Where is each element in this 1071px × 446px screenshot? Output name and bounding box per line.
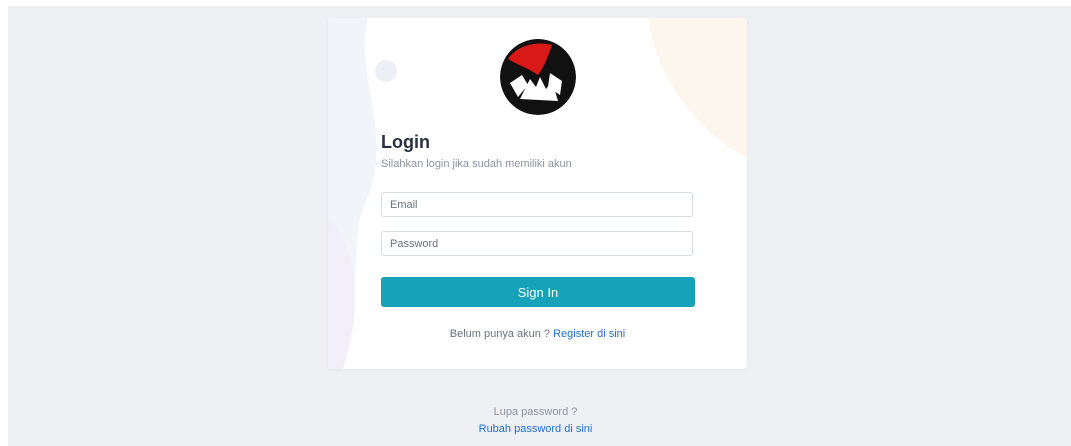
login-subtitle: Silahkan login jika sudah memiliki akun <box>381 158 572 170</box>
sign-in-button[interactable]: Sign In <box>381 277 695 307</box>
login-card: Login Silahkan login jika sudah memiliki… <box>328 18 747 369</box>
reset-password-link[interactable]: Rubah password di sini <box>479 423 593 435</box>
register-link[interactable]: Register di sini <box>553 328 625 340</box>
register-prompt-line: Belum punya akun ? Register di sini <box>328 328 747 340</box>
brand-logo-icon <box>500 39 576 115</box>
forgot-password-line: Rubah password di sini <box>0 423 1071 435</box>
login-title: Login <box>381 132 430 152</box>
register-prompt-text: Belum punya akun ? <box>449 328 551 340</box>
password-field[interactable] <box>381 231 693 256</box>
forgot-password-text: Lupa password ? <box>493 406 578 418</box>
email-field[interactable] <box>381 192 693 217</box>
